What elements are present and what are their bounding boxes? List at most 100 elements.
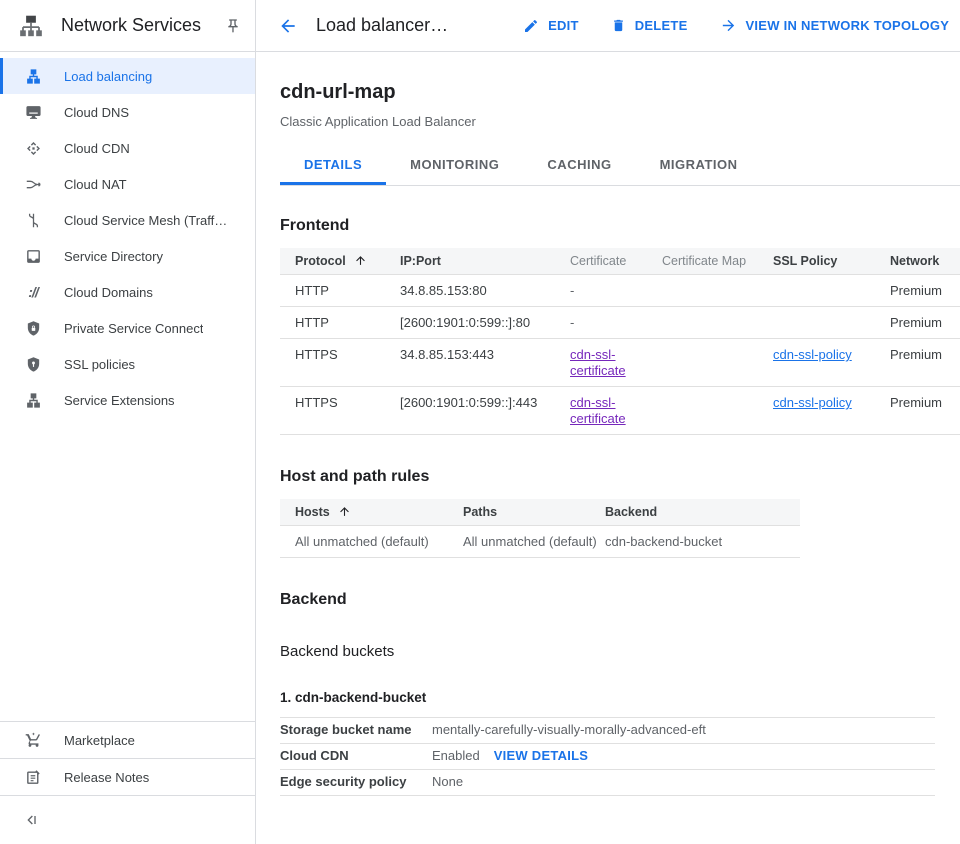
detail-row-edge-security-policy: Edge security policy None (280, 769, 935, 796)
back-button[interactable] (278, 16, 298, 36)
sidebar-item-label: Cloud DNS (64, 105, 129, 120)
certificate-map-cell (647, 339, 758, 387)
sidebar-item-label: Cloud Service Mesh (Traff… (64, 213, 227, 228)
backend-bucket-details: Storage bucket name mentally-carefully-v… (280, 717, 935, 796)
sort-ascending-icon (354, 254, 367, 267)
ssl-policy-link[interactable]: cdn-ssl-policy (773, 347, 852, 362)
pin-icon[interactable] (225, 18, 241, 34)
certificate-link[interactable]: cdn-ssl-certificate (570, 347, 626, 378)
detail-label: Edge security policy (280, 775, 432, 789)
collapse-sidebar-icon[interactable] (24, 812, 40, 828)
detail-value: Enabled (432, 749, 480, 763)
frontend-row: HTTP [2600:1901:0:599::]:80 - Premium (280, 307, 960, 339)
column-header-paths[interactable]: Paths (448, 499, 590, 526)
sidebar-collapse-row (0, 795, 255, 844)
resource-title: cdn-url-map (280, 80, 960, 104)
ssl-policy-cell (758, 275, 875, 307)
top-bar: Network Services Load balancer… EDIT DEL… (0, 0, 960, 52)
service-extensions-icon (24, 391, 42, 409)
page-header: Load balancer… EDIT DELETE VIEW IN NETWO… (256, 0, 960, 51)
tab-caching[interactable]: CACHING (523, 143, 635, 185)
sidebar-item-label: Cloud Domains (64, 285, 153, 300)
sidebar-item-cloud-cdn[interactable]: Cloud CDN (0, 130, 255, 166)
column-header-certificate-map[interactable]: Certificate Map (647, 248, 758, 275)
sidebar-item-cloud-service-mesh[interactable]: Cloud Service Mesh (Traff… (0, 202, 255, 238)
delete-button[interactable]: DELETE (611, 17, 688, 34)
sidebar-item-cloud-nat[interactable]: Cloud NAT (0, 166, 255, 202)
ssl-policy-cell: cdn-ssl-policy (758, 339, 875, 387)
host-path-header-row: Hosts Paths Backend (280, 499, 800, 526)
column-header-protocol[interactable]: Protocol (280, 248, 385, 275)
page-title: Load balancer… (316, 15, 448, 36)
column-header-ssl-policy[interactable]: SSL Policy (758, 248, 875, 275)
sidebar-item-marketplace[interactable]: Marketplace (0, 721, 255, 758)
frontend-row: HTTPS [2600:1901:0:599::]:443 cdn-ssl-ce… (280, 387, 960, 435)
certificate-cell: - (555, 275, 647, 307)
column-header-hosts[interactable]: Hosts (280, 499, 448, 526)
column-header-backend[interactable]: Backend (590, 499, 800, 526)
sidebar-item-label: Marketplace (64, 733, 135, 748)
ssl-policies-icon (24, 355, 42, 373)
service-mesh-icon (24, 211, 42, 229)
certificate-map-cell (647, 387, 758, 435)
frontend-row: HTTPS 34.8.85.153:443 cdn-ssl-certificat… (280, 339, 960, 387)
cloud-domains-icon: :// (24, 283, 42, 301)
app-name: Network Services (61, 15, 201, 36)
frontend-heading: Frontend (280, 216, 960, 235)
sidebar-item-service-extensions[interactable]: Service Extensions (0, 382, 255, 418)
view-details-link[interactable]: VIEW DETAILS (494, 749, 588, 763)
protocol-cell: HTTP (280, 307, 385, 339)
sidebar-item-label: Cloud NAT (64, 177, 127, 192)
tab-migration[interactable]: MIGRATION (636, 143, 762, 185)
sidebar-item-load-balancing[interactable]: Load balancing (0, 58, 255, 94)
ssl-policy-cell: cdn-ssl-policy (758, 387, 875, 435)
backend-buckets-heading: Backend buckets (280, 643, 960, 660)
column-header-certificate[interactable]: Certificate (555, 248, 647, 275)
network-cell: Premium (875, 387, 960, 435)
certificate-link[interactable]: cdn-ssl-certificate (570, 395, 626, 426)
detail-row-cloud-cdn: Cloud CDN Enabled VIEW DETAILS (280, 743, 935, 769)
tab-bar: DETAILS MONITORING CACHING MIGRATION (280, 143, 960, 186)
ssl-policy-cell (758, 307, 875, 339)
sidebar-item-service-directory[interactable]: Service Directory (0, 238, 255, 274)
frontend-row: HTTP 34.8.85.153:80 - Premium (280, 275, 960, 307)
sidebar-item-cloud-domains[interactable]: :// Cloud Domains (0, 274, 255, 310)
certificate-cell: cdn-ssl-certificate (555, 387, 647, 435)
sidebar-item-ssl-policies[interactable]: SSL policies (0, 346, 255, 382)
protocol-cell: HTTP (280, 275, 385, 307)
ssl-policy-link[interactable]: cdn-ssl-policy (773, 395, 852, 410)
view-in-network-topology-label: VIEW IN NETWORK TOPOLOGY (746, 18, 950, 33)
network-cell: Premium (875, 275, 960, 307)
frontend-table-header-row: Protocol IP:Port Certificate Certificate… (280, 248, 960, 275)
edit-button[interactable]: EDIT (523, 17, 579, 34)
tab-monitoring[interactable]: MONITORING (386, 143, 523, 185)
sidebar-item-label: Release Notes (64, 770, 149, 785)
view-in-network-topology-button[interactable]: VIEW IN NETWORK TOPOLOGY (720, 17, 950, 34)
host-path-row: All unmatched (default) All unmatched (d… (280, 526, 800, 558)
sidebar-item-cloud-dns[interactable]: Cloud DNS (0, 94, 255, 130)
protocol-cell: HTTPS (280, 339, 385, 387)
tab-details[interactable]: DETAILS (280, 143, 386, 185)
backend-bucket-title: 1. cdn-backend-bucket (280, 690, 960, 705)
detail-label: Storage bucket name (280, 723, 432, 737)
detail-value: None (432, 775, 463, 789)
column-header-network[interactable]: Network (875, 248, 960, 275)
frontend-table: Protocol IP:Port Certificate Certificate… (280, 248, 960, 435)
certificate-cell: cdn-ssl-certificate (555, 339, 647, 387)
sidebar-item-release-notes[interactable]: Release Notes (0, 758, 255, 795)
sidebar-nav: Load balancing Cloud DNS Cloud CDN Cloud… (0, 52, 255, 418)
ip-port-cell: [2600:1901:0:599::]:443 (385, 387, 555, 435)
detail-value: mentally-carefully-visually-morally-adva… (432, 723, 706, 737)
marketplace-icon (24, 731, 42, 749)
sidebar: Load balancing Cloud DNS Cloud CDN Cloud… (0, 52, 256, 844)
column-header-ip-port[interactable]: IP:Port (385, 248, 555, 275)
toolbar: EDIT DELETE VIEW IN NETWORK TOPOLOGY (523, 17, 949, 34)
sidebar-item-private-service-connect[interactable]: Private Service Connect (0, 310, 255, 346)
trash-icon (611, 18, 626, 33)
backend-cell: cdn-backend-bucket (590, 526, 800, 558)
cloud-nat-icon (24, 175, 42, 193)
hosts-cell: All unmatched (default) (280, 526, 448, 558)
protocol-cell: HTTPS (280, 387, 385, 435)
host-path-rules-table: Hosts Paths Backend All unmatched (defau… (280, 499, 800, 558)
load-balancing-icon (24, 67, 42, 85)
